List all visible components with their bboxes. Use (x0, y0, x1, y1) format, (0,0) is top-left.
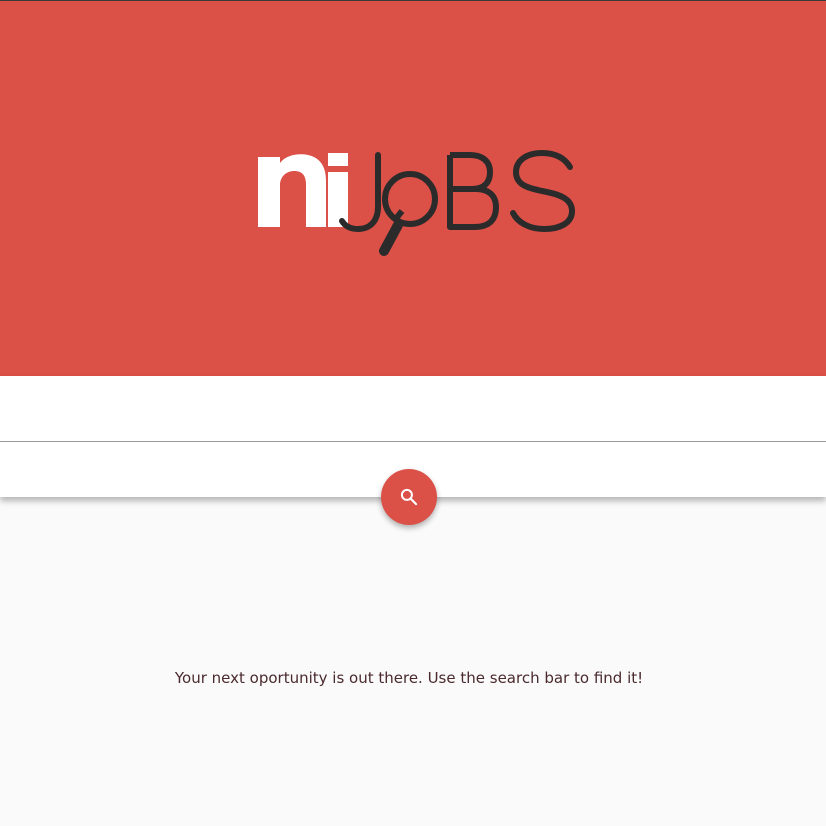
search-button[interactable] (381, 469, 437, 525)
header-banner (0, 1, 826, 376)
empty-state-message: Your next oportunity is out there. Use t… (174, 669, 644, 687)
search-icon (400, 488, 418, 506)
nijobs-logo (258, 149, 576, 256)
search-input[interactable] (0, 376, 826, 442)
